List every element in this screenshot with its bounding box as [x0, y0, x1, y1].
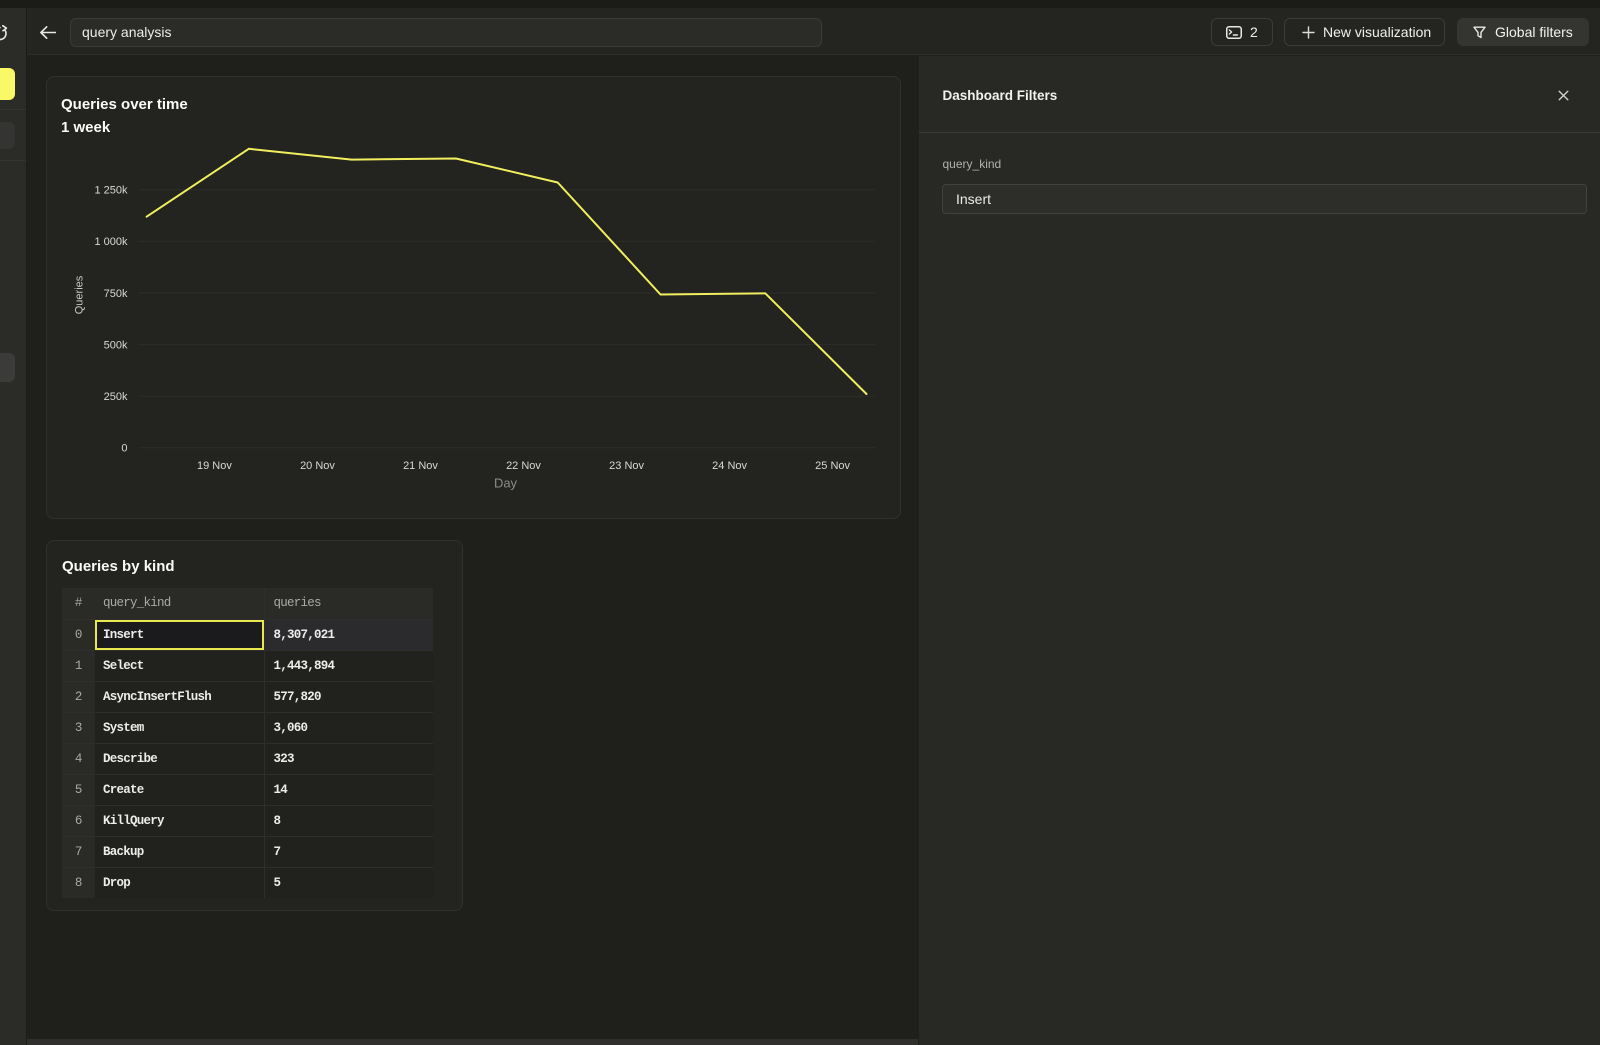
svg-text:22 Nov: 22 Nov	[506, 460, 541, 472]
svg-text:1 250k: 1 250k	[94, 185, 128, 197]
svg-text:21 Nov: 21 Nov	[403, 460, 438, 472]
svg-text:24 Nov: 24 Nov	[712, 460, 747, 472]
svg-text:20 Nov: 20 Nov	[300, 460, 335, 472]
svg-text:19 Nov: 19 Nov	[197, 460, 232, 472]
svg-text:23 Nov: 23 Nov	[609, 460, 644, 472]
svg-text:1 000k: 1 000k	[94, 236, 128, 248]
svg-text:250k: 250k	[104, 391, 128, 403]
svg-text:0: 0	[121, 443, 127, 455]
svg-text:750k: 750k	[104, 288, 128, 300]
svg-text:500k: 500k	[104, 339, 128, 351]
svg-text:25 Nov: 25 Nov	[815, 460, 850, 472]
svg-text:Day: Day	[494, 476, 518, 491]
svg-text:Queries: Queries	[74, 275, 86, 314]
